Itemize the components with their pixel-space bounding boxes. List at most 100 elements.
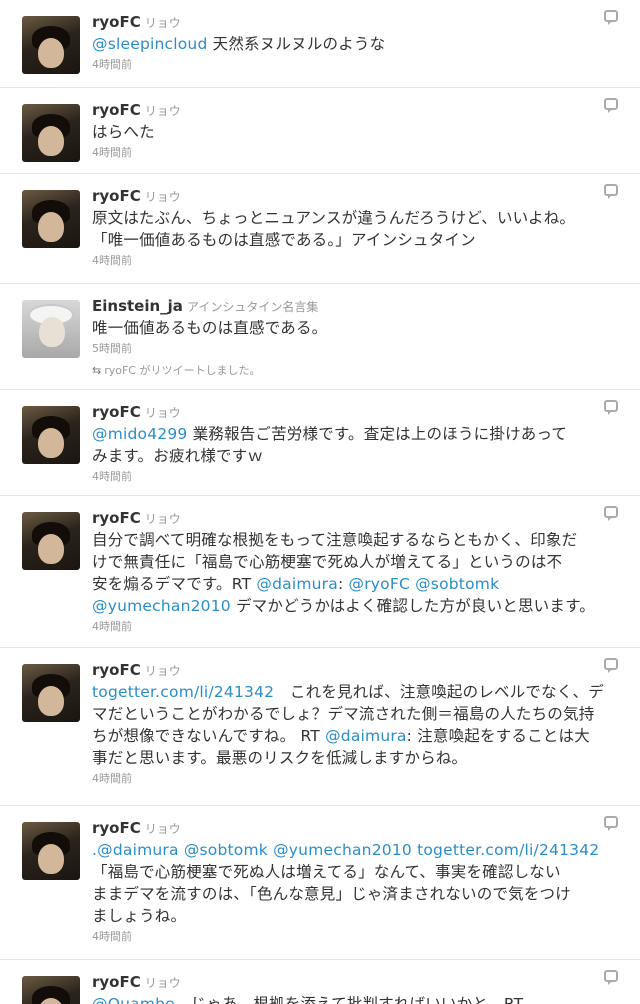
display-name: リョウ	[144, 822, 181, 836]
username-link[interactable]: ryoFC	[92, 509, 141, 527]
retweet-icon: ⇆	[92, 364, 102, 377]
user-avatar[interactable]	[22, 512, 80, 570]
mention-link[interactable]: @mido4299	[92, 425, 187, 443]
tweet-content: ryoFC リョウ togetter.com/li/241342 これを見れば、注意…	[92, 660, 618, 786]
tweet-item[interactable]: ryoFC リョウ はらへた 4時間前	[0, 88, 640, 174]
user-avatar[interactable]	[22, 664, 80, 722]
tweet-text-segment: 唯一価値あるものは直感である。	[92, 319, 328, 337]
mention-link[interactable]: @sleepincloud	[92, 35, 208, 53]
tweet-text-segment: デマかどうかはよく確認した方が良いと思います。	[230, 597, 595, 615]
mention-link[interactable]: @Quambe	[92, 995, 175, 1004]
user-avatar[interactable]	[22, 16, 80, 74]
retweet-notice: ⇆ ryoFC がリツイートしました。	[92, 362, 618, 378]
tweet-item[interactable]: ryoFC リョウ 自分で調べて明確な根拠をもって注意喚起するならともかく、印象だ …	[0, 496, 640, 648]
mention-link[interactable]: @yumechan2010	[273, 841, 412, 859]
reply-icon[interactable]	[604, 970, 618, 985]
tweet-text: @mido4299 業務報告ご苦労様です。査定は上のほうに掛けあって みます。お…	[92, 423, 618, 467]
tweet-text: togetter.com/li/241342 これを見れば、注意喚起のレベルでな…	[92, 681, 618, 769]
tweet-text: 原文はたぶん、ちょっとニュアンスが違うんだろうけど、いいよね。 「唯一価値あるも…	[92, 207, 618, 251]
mention-link[interactable]: @sobtomk	[415, 575, 499, 593]
tweet-item[interactable]: ryoFC リョウ @Quambe じゃあ、根拠を添えて批判すればいいかと。RT	[0, 960, 640, 1004]
reply-icon[interactable]	[604, 400, 618, 415]
tweet-content: ryoFC リョウ @Quambe じゃあ、根拠を添えて批判すればいいかと。RT	[92, 972, 618, 1004]
user-avatar[interactable]	[22, 406, 80, 464]
timestamp-link[interactable]: 4時間前	[92, 928, 618, 944]
user-avatar[interactable]	[22, 300, 80, 358]
tweet-item[interactable]: ryoFC リョウ togetter.com/li/241342 これを見れば、注意…	[0, 648, 640, 806]
tweet-text: @Quambe じゃあ、根拠を添えて批判すればいいかと。RT	[92, 993, 618, 1004]
reply-icon[interactable]	[604, 658, 618, 673]
display-name: リョウ	[144, 512, 181, 526]
tweet-header: Einstein_ja アインシュタイン名言集	[92, 296, 618, 316]
username-link[interactable]: ryoFC	[92, 819, 141, 837]
reply-icon[interactable]	[604, 98, 618, 113]
retweet-text: ryoFC がリツイートしました。	[104, 364, 261, 377]
user-avatar[interactable]	[22, 104, 80, 162]
tweet-content: ryoFC リョウ原文はたぶん、ちょっとニュアンスが違うんだろうけど、いいよね。 …	[92, 186, 618, 268]
tweet-header: ryoFC リョウ	[92, 100, 618, 120]
username-link[interactable]: ryoFC	[92, 973, 141, 991]
mention-link[interactable]: @yumechan2010	[92, 597, 231, 615]
username-link[interactable]: ryoFC	[92, 101, 141, 119]
username-link[interactable]: ryoFC	[92, 13, 141, 31]
tweet-text-segment: じゃあ、根拠を添えて批判すればいいかと。RT	[174, 995, 524, 1004]
reply-icon[interactable]	[604, 10, 618, 25]
timestamp-link[interactable]: 4時間前	[92, 468, 618, 484]
tweet-content: ryoFC リョウ @mido4299 業務報告ご苦労様です。査定は上のほうに掛けあ…	[92, 402, 618, 484]
display-name: リョウ	[144, 976, 181, 990]
tweet-header: ryoFC リョウ	[92, 186, 618, 206]
tweet-item[interactable]: ryoFC リョウ原文はたぶん、ちょっとニュアンスが違うんだろうけど、いいよね。 …	[0, 174, 640, 284]
tweet-text-segment: :	[337, 575, 349, 593]
tweet-header: ryoFC リョウ	[92, 508, 618, 528]
tweet-text-segment: 「福島で心筋梗塞で死ぬ人は増えてる」なんて、事実を確認しない ままデマを流すのは…	[92, 863, 571, 925]
avatar-face-shape	[38, 686, 64, 716]
user-avatar[interactable]	[22, 976, 80, 1004]
avatar-face-shape	[38, 212, 64, 242]
reply-icon[interactable]	[604, 184, 618, 199]
timestamp-link[interactable]: 4時間前	[92, 770, 618, 786]
tweet-header: ryoFC リョウ	[92, 972, 618, 992]
user-avatar[interactable]	[22, 190, 80, 248]
timestamp-link[interactable]: 4時間前	[92, 56, 618, 72]
display-name: リョウ	[144, 190, 181, 204]
tweet-item[interactable]: ryoFC リョウ .@daimura @sobtomk @yumechan2010…	[0, 806, 640, 960]
username-link[interactable]: ryoFC	[92, 403, 141, 421]
user-avatar[interactable]	[22, 822, 80, 880]
tweet-text: .@daimura @sobtomk @yumechan2010 togette…	[92, 839, 618, 927]
timestamp-link[interactable]: 4時間前	[92, 144, 618, 160]
tweet-text: 自分で調べて明確な根拠をもって注意喚起するならともかく、印象だ けで無責任に「福…	[92, 529, 618, 617]
display-name: アインシュタイン名言集	[186, 300, 319, 314]
tweet-content: ryoFC リョウ 自分で調べて明確な根拠をもって注意喚起するならともかく、印象だ …	[92, 508, 618, 634]
tweet-text: 唯一価値あるものは直感である。	[92, 317, 618, 339]
timeline: ryoFC リョウ @sleepincloud 天然系ヌルヌルのような 4時間前 ryo…	[0, 0, 640, 1004]
mention-link[interactable]: @daimura	[325, 727, 407, 745]
username-link[interactable]: Einstein_ja	[92, 297, 183, 315]
username-link[interactable]: ryoFC	[92, 661, 141, 679]
mention-link[interactable]: @sobtomk	[184, 841, 268, 859]
tweet-item[interactable]: ryoFC リョウ @sleepincloud 天然系ヌルヌルのような 4時間前	[0, 0, 640, 88]
timestamp-link[interactable]: 4時間前	[92, 252, 618, 268]
tweet-text-segment: はらへた	[92, 123, 155, 141]
mention-link[interactable]: @daimura	[256, 575, 338, 593]
avatar-face-shape	[38, 38, 64, 68]
mention-link[interactable]: @ryoFC	[349, 575, 410, 593]
tweet-text-segment: 原文はたぶん、ちょっとニュアンスが違うんだろうけど、いいよね。 「唯一価値あるも…	[92, 209, 576, 249]
mention-link[interactable]: togetter.com/li/241342	[417, 841, 599, 859]
tweet-header: ryoFC リョウ	[92, 660, 618, 680]
tweet-header: ryoFC リョウ	[92, 12, 618, 32]
tweet-content: ryoFC リョウ .@daimura @sobtomk @yumechan2010…	[92, 818, 618, 944]
username-link[interactable]: ryoFC	[92, 187, 141, 205]
avatar-face-shape	[38, 126, 64, 156]
tweet-item[interactable]: ryoFC リョウ @mido4299 業務報告ご苦労様です。査定は上のほうに掛けあ…	[0, 390, 640, 496]
avatar-face-shape	[38, 534, 64, 564]
avatar-face-shape	[38, 428, 64, 458]
mention-link[interactable]: togetter.com/li/241342	[92, 683, 274, 701]
timestamp-link[interactable]: 5時間前	[92, 340, 618, 356]
mention-link[interactable]: .@daimura	[92, 841, 179, 859]
reply-icon[interactable]	[604, 506, 618, 521]
tweet-item[interactable]: Einstein_ja アインシュタイン名言集 唯一価値あるものは直感である。 5時間…	[0, 284, 640, 390]
reply-icon[interactable]	[604, 816, 618, 831]
timestamp-link[interactable]: 4時間前	[92, 618, 618, 634]
tweet-header: ryoFC リョウ	[92, 402, 618, 422]
display-name: リョウ	[144, 664, 181, 678]
